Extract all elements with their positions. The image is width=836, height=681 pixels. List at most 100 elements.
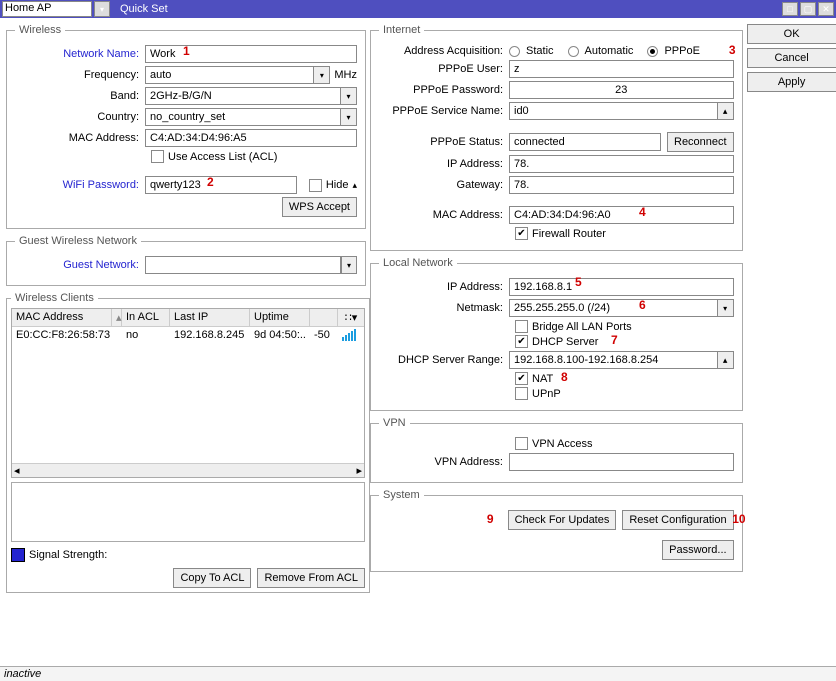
hide-checkbox[interactable] [309, 179, 322, 192]
vpn-address-label: VPN Address: [379, 456, 509, 468]
window-title: Quick Set [116, 3, 780, 15]
client-detail-panel [11, 482, 365, 542]
upnp-checkbox[interactable] [515, 387, 528, 400]
bridge-label: Bridge All LAN Ports [532, 321, 632, 333]
system-legend: System [379, 489, 424, 501]
annotation-8: 8 [561, 370, 568, 384]
gateway-input [509, 176, 734, 194]
pppoe-user-label: PPPoE User: [379, 63, 509, 75]
country-label: Country: [15, 111, 145, 123]
maximize-icon[interactable]: ▢ [800, 2, 816, 16]
check-updates-button[interactable]: Check For Updates [508, 510, 617, 530]
acq-label: Address Acquisition: [379, 45, 509, 57]
radio-auto-label: Automatic [585, 45, 634, 57]
frequency-label: Frequency: [15, 69, 145, 81]
bridge-checkbox[interactable] [515, 320, 528, 333]
internet-ip-input [509, 155, 734, 173]
ok-button[interactable]: OK [747, 24, 836, 44]
collapse-icon[interactable]: ▴ [718, 102, 734, 120]
guest-legend: Guest Wireless Network [15, 235, 141, 247]
mode-dropdown-icon[interactable]: ▾ [94, 1, 110, 17]
signal-strength-label: Signal Strength: [29, 549, 107, 561]
cancel-button[interactable]: Cancel [747, 48, 836, 68]
collapse-icon[interactable]: ▴ [352, 180, 357, 191]
cell-signal: -50 [310, 327, 338, 346]
hide-label: Hide [326, 179, 349, 191]
wifi-password-input[interactable] [145, 176, 297, 194]
wps-accept-button[interactable]: WPS Accept [282, 197, 357, 217]
band-label: Band: [15, 90, 145, 102]
vpn-legend: VPN [379, 417, 410, 429]
col-lastip[interactable]: Last IP [170, 309, 250, 326]
radio-pppoe-label: PPPoE [664, 45, 699, 57]
collapse-icon[interactable]: ▴ [718, 351, 734, 369]
reconnect-button[interactable]: Reconnect [667, 132, 734, 152]
local-ip-input[interactable] [509, 278, 734, 296]
col-acl[interactable]: In ACL [122, 309, 170, 326]
sort-icon[interactable]: ▴ [112, 309, 122, 326]
pppoe-password-input[interactable] [509, 81, 734, 99]
internet-legend: Internet [379, 24, 424, 36]
radio-automatic[interactable] [568, 46, 579, 57]
pppoe-user-input[interactable] [509, 60, 734, 78]
chevron-down-icon[interactable]: ▾ [341, 256, 357, 274]
guest-network-label[interactable]: Guest Network: [15, 259, 145, 271]
frequency-input[interactable] [145, 66, 314, 84]
table-row[interactable]: E0:CC:F8:26:58:73 no 192.168.8.245 9d 04… [12, 327, 364, 346]
close-icon[interactable]: ✕ [818, 2, 834, 16]
mode-select[interactable]: Home AP [2, 1, 92, 17]
radio-pppoe[interactable] [647, 46, 658, 57]
netmask-input[interactable] [509, 299, 718, 317]
nat-checkbox[interactable]: ✔ [515, 372, 528, 385]
cell-mac: E0:CC:F8:26:58:73 [12, 327, 112, 346]
radio-static-label: Static [526, 45, 554, 57]
radio-static[interactable] [509, 46, 520, 57]
password-button[interactable]: Password... [662, 540, 733, 560]
chevron-down-icon[interactable]: ▾ [341, 108, 357, 126]
col-mac[interactable]: MAC Address [12, 309, 112, 326]
col-signal[interactable] [310, 309, 338, 326]
signal-color-icon [11, 548, 25, 562]
guest-network-input[interactable] [145, 256, 341, 274]
horizontal-scrollbar[interactable]: ◂▸ [12, 463, 364, 477]
acl-label: Use Access List (ACL) [168, 151, 277, 163]
cell-uptime: 9d 04:50:.. [250, 327, 310, 346]
status-bar: inactive [0, 666, 836, 681]
copy-to-acl-button[interactable]: Copy To ACL [173, 568, 251, 588]
cell-acl: no [122, 327, 170, 346]
frequency-unit: MHz [330, 69, 357, 81]
dhcp-label: DHCP Server [532, 336, 598, 348]
wifi-password-label[interactable]: WiFi Password: [15, 179, 145, 191]
band-input[interactable] [145, 87, 341, 105]
remove-from-acl-button[interactable]: Remove From ACL [257, 568, 365, 588]
upnp-label: UPnP [532, 388, 561, 400]
internet-mac-label: MAC Address: [379, 209, 509, 221]
nat-label: NAT [532, 373, 553, 385]
annotation-10: 10 [732, 512, 745, 526]
wireless-group: Wireless Network Name: 1 Frequency: ▾MHz… [6, 24, 366, 229]
minimize-icon[interactable]: □ [782, 2, 798, 16]
country-input[interactable] [145, 108, 341, 126]
col-menu-icon[interactable]: ∷▾ [338, 309, 364, 326]
vpn-access-checkbox[interactable] [515, 437, 528, 450]
firewall-checkbox[interactable]: ✔ [515, 227, 528, 240]
chevron-down-icon[interactable]: ▾ [341, 87, 357, 105]
dhcp-checkbox[interactable]: ✔ [515, 335, 528, 348]
gateway-label: Gateway: [379, 179, 509, 191]
chevron-down-icon[interactable]: ▾ [314, 66, 330, 84]
signal-bars-icon [342, 329, 356, 341]
internet-mac-input[interactable] [509, 206, 734, 224]
dhcp-range-label: DHCP Server Range: [379, 354, 509, 366]
dhcp-range-input[interactable] [509, 351, 718, 369]
reset-config-button[interactable]: Reset Configuration [622, 510, 733, 530]
network-name-label[interactable]: Network Name: [15, 48, 145, 60]
apply-button[interactable]: Apply [747, 72, 836, 92]
pppoe-service-input[interactable] [509, 102, 718, 120]
cell-ip: 192.168.8.245 [170, 327, 250, 346]
network-name-input[interactable] [145, 45, 357, 63]
acl-checkbox[interactable] [151, 150, 164, 163]
vpn-address-input [509, 453, 734, 471]
clients-table: MAC Address ▴ In ACL Last IP Uptime ∷▾ E… [11, 308, 365, 478]
chevron-down-icon[interactable]: ▾ [718, 299, 734, 317]
col-uptime[interactable]: Uptime [250, 309, 310, 326]
